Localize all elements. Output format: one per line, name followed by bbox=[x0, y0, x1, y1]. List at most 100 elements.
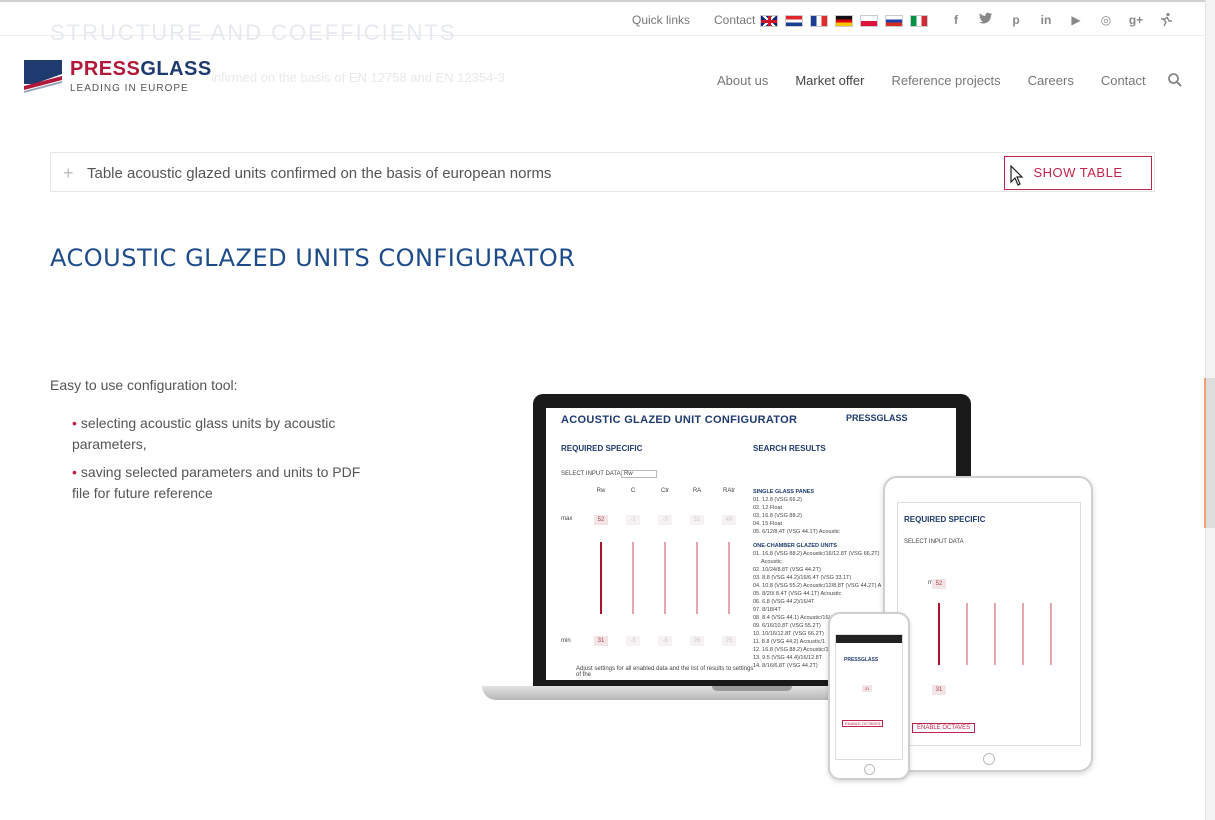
nav-careers[interactable]: Careers bbox=[1028, 73, 1074, 88]
flag-it-icon[interactable] bbox=[910, 15, 928, 27]
search-icon[interactable] bbox=[1167, 72, 1183, 88]
mockup-col-ra: RA bbox=[692, 488, 702, 494]
configurator-intro: Easy to use configuration tool: bbox=[50, 377, 238, 393]
configurator-title: ACOUSTIC GLAZED UNITS CONFIGURATOR bbox=[50, 244, 576, 272]
list-item: • selecting acoustic glass units by acous… bbox=[72, 415, 336, 452]
tablet-min-value: 31 bbox=[932, 685, 946, 695]
mockup-min-label: min bbox=[561, 638, 571, 644]
show-table-button[interactable]: SHOW TABLE bbox=[1004, 156, 1152, 190]
language-flags bbox=[760, 15, 928, 27]
accordion-title[interactable]: Table acoustic glazed units confirmed on… bbox=[87, 165, 551, 182]
logo-brand-part-1: PRESS bbox=[70, 58, 141, 80]
scrollbar-accent bbox=[1204, 378, 1206, 528]
phone-octaves-button: ENABLE OCTAVES bbox=[842, 720, 884, 727]
flag-hr-icon[interactable] bbox=[785, 15, 803, 27]
nav-market-offer[interactable]: Market offer bbox=[795, 73, 864, 88]
bullet-icon: • bbox=[72, 415, 77, 431]
mockup-max-label: max bbox=[561, 516, 573, 522]
mockup-slider-track bbox=[664, 542, 666, 614]
mockup-min-value: -3 bbox=[626, 636, 640, 646]
top-links: Quick links Contact bbox=[632, 13, 755, 27]
expand-plus-icon[interactable]: + bbox=[63, 163, 74, 184]
devices-illustration: ACOUSTIC GLAZED UNIT CONFIGURATOR PRESSG… bbox=[478, 390, 1108, 790]
mockup-col-c: C bbox=[630, 488, 636, 494]
mockup-slider-track bbox=[696, 542, 698, 614]
tablet-slider-track bbox=[938, 603, 940, 665]
mockup-slider-track bbox=[600, 542, 602, 614]
flag-de-icon[interactable] bbox=[835, 15, 853, 27]
bullet-icon: • bbox=[72, 464, 77, 480]
main-nav: About us Market offer Reference projects… bbox=[717, 73, 1146, 88]
mockup-min-value: 26 bbox=[690, 636, 704, 646]
flag-fr-icon[interactable] bbox=[810, 15, 828, 27]
youtube-icon[interactable]: ▶ bbox=[1067, 12, 1085, 28]
social-icons: f p in ▶ ◎ g+ bbox=[947, 12, 1175, 28]
tablet-slider-track bbox=[966, 603, 968, 665]
logo-text: PRESSGLASS LEADING IN EUROPE bbox=[70, 58, 212, 94]
mockup-max-value: -1 bbox=[626, 515, 640, 525]
logo-mark-icon bbox=[24, 60, 62, 93]
runner-icon[interactable] bbox=[1157, 12, 1175, 28]
mockup-slider-track bbox=[728, 542, 730, 614]
nav-contact[interactable]: Contact bbox=[1101, 73, 1146, 88]
nav-about-us[interactable]: About us bbox=[717, 73, 768, 88]
nav-reference-projects[interactable]: Reference projects bbox=[891, 73, 1000, 88]
mockup-max-value: 51 bbox=[690, 515, 704, 525]
contact-top-link[interactable]: Contact bbox=[714, 13, 755, 27]
tablet-slider-track bbox=[1050, 603, 1052, 665]
faded-section-heading: STRUCTURE AND COEFFICIENTS bbox=[50, 20, 457, 45]
facebook-icon[interactable]: f bbox=[947, 12, 965, 28]
tablet-max-value: 52 bbox=[932, 579, 946, 589]
mouse-cursor-icon bbox=[1010, 165, 1024, 186]
mockup-slider-track bbox=[632, 542, 634, 614]
mockup-select-value: Rw bbox=[621, 470, 657, 478]
tablet-octaves-button: ENABLE OCTAVES bbox=[912, 723, 976, 733]
tablet-screen: REQUIRED SPECIFIC SELECT INPUT DATA max … bbox=[897, 502, 1081, 746]
mockup-col-ratr: RAtr bbox=[723, 488, 735, 494]
tablet-image: REQUIRED SPECIFIC SELECT INPUT DATA max … bbox=[883, 476, 1093, 772]
tablet-select-label: SELECT INPUT DATA bbox=[904, 539, 964, 545]
mockup-adjust-note: Adjust settings for all enabled data and… bbox=[576, 666, 754, 678]
phone-logo: PRESSGLASS bbox=[844, 657, 879, 663]
logo-tagline: LEADING IN EUROPE bbox=[70, 83, 189, 94]
flag-pl-icon[interactable] bbox=[860, 15, 878, 27]
flag-ru-icon[interactable] bbox=[885, 15, 903, 27]
faded-section-subtitle: confirmed on the basis of EN 12758 and E… bbox=[200, 70, 505, 85]
mockup-app-title: ACOUSTIC GLAZED UNIT CONFIGURATOR bbox=[561, 414, 798, 426]
mockup-col-rw: Rw bbox=[596, 488, 606, 494]
quick-links-link[interactable]: Quick links bbox=[632, 13, 690, 27]
mockup-select-label: SELECT INPUT DATA bbox=[561, 471, 621, 477]
mockup-max-value: 49 bbox=[722, 515, 736, 525]
tablet-home-button bbox=[983, 753, 995, 765]
mockup-results-heading: SEARCH RESULTS bbox=[753, 444, 826, 453]
phone-status-bar bbox=[836, 635, 902, 643]
tablet-required-heading: REQUIRED SPECIFIC bbox=[904, 515, 986, 524]
google-plus-icon[interactable]: g+ bbox=[1127, 12, 1145, 28]
laptop-notch bbox=[712, 686, 792, 691]
twitter-icon[interactable] bbox=[977, 12, 995, 28]
instagram-icon[interactable]: ◎ bbox=[1097, 12, 1115, 28]
feature-list: • selecting acoustic glass units by acous… bbox=[72, 413, 382, 511]
mockup-min-value: 31 bbox=[594, 636, 608, 646]
mockup-max-value: 52 bbox=[594, 515, 608, 525]
mockup-required-heading: REQUIRED SPECIFIC bbox=[561, 444, 643, 453]
mockup-sliders: Rw C Ctr RA RAtr max min 52 -1 -3 51 49 … bbox=[561, 488, 741, 668]
phone-screen: PRESSGLASS 31 ENABLE OCTAVES bbox=[835, 634, 903, 760]
flag-en-icon[interactable] bbox=[760, 15, 778, 27]
pinterest-icon[interactable]: p bbox=[1007, 12, 1025, 28]
mockup-logo: PRESSGLASS bbox=[846, 413, 908, 423]
mockup-min-value: -8 bbox=[658, 636, 672, 646]
scrollbar-thumb[interactable] bbox=[1205, 378, 1215, 528]
tablet-slider-track bbox=[1022, 603, 1024, 665]
pressglass-logo[interactable]: PRESSGLASS LEADING IN EUROPE bbox=[24, 58, 212, 94]
mockup-min-value: 25 bbox=[722, 636, 736, 646]
norms-table-accordion[interactable]: + Table acoustic glazed units confirmed … bbox=[50, 152, 1155, 192]
list-item: • saving selected parameters and units to… bbox=[72, 464, 361, 501]
phone-home-button bbox=[864, 764, 875, 775]
phone-image: PRESSGLASS 31 ENABLE OCTAVES bbox=[828, 612, 910, 780]
mockup-col-ctr: Ctr bbox=[661, 488, 669, 494]
mockup-max-value: -3 bbox=[658, 515, 672, 525]
logo-brand-part-2: GLASS bbox=[140, 58, 212, 80]
page: Quick links Contact f p in ▶ ◎ g+ STRUCT… bbox=[0, 0, 1215, 820]
linkedin-icon[interactable]: in bbox=[1037, 12, 1055, 28]
